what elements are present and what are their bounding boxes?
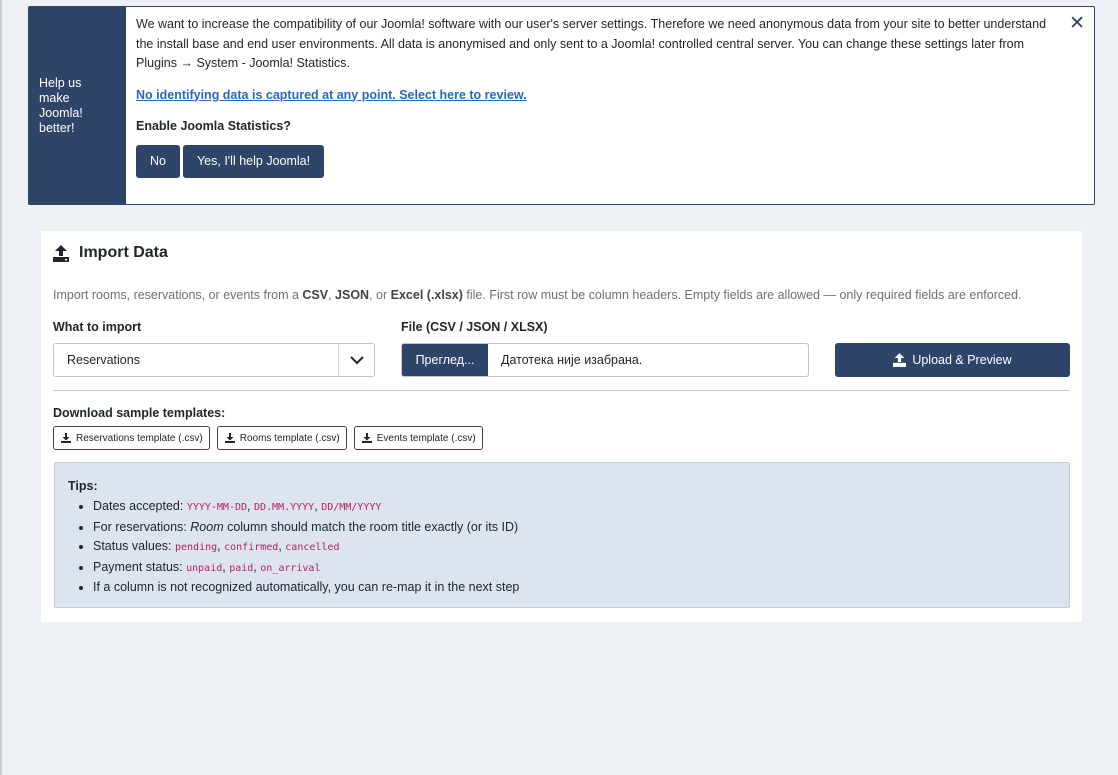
stats-banner: Help us make Joomla! better! ✕ We want t… bbox=[28, 6, 1095, 205]
import-type-value: Reservations bbox=[67, 353, 140, 367]
rooms-template-button[interactable]: Rooms template (.csv) bbox=[216, 426, 347, 450]
tips-box: Tips: Dates accepted: YYYY-MM-DD, DD.MM.… bbox=[54, 462, 1070, 608]
upload-icon bbox=[53, 244, 69, 262]
import-description: Import rooms, reservations, or events fr… bbox=[53, 288, 1022, 302]
upload-preview-label: Upload & Preview bbox=[912, 353, 1012, 367]
list-item: If a column is not recognized automatica… bbox=[93, 578, 1056, 598]
list-item: For reservations: Room column should mat… bbox=[93, 518, 1056, 538]
no-button[interactable]: No bbox=[136, 144, 180, 178]
stats-side-panel: Help us make Joomla! better! bbox=[29, 7, 126, 204]
file-label: File (CSV / JSON / XLSX) bbox=[401, 320, 548, 334]
import-type-select[interactable]: Reservations bbox=[53, 343, 375, 377]
download-icon bbox=[361, 433, 372, 443]
download-icon bbox=[61, 433, 71, 443]
list-item: Status values: pending, confirmed, cance… bbox=[93, 537, 1056, 558]
templates-row: Reservations template (.csv) Rooms templ… bbox=[53, 426, 483, 450]
chevron-down-icon bbox=[338, 344, 374, 376]
divider bbox=[53, 390, 1070, 391]
stats-message: We want to increase the compatibility of… bbox=[136, 17, 1047, 70]
reservations-template-button[interactable]: Reservations template (.csv) bbox=[53, 426, 210, 450]
templates-label: Download sample templates: bbox=[53, 406, 226, 420]
events-template-button[interactable]: Events template (.csv) bbox=[353, 426, 483, 450]
stats-buttons: No Yes, I'll help Joomla! bbox=[136, 144, 1082, 178]
stats-body: ✕ We want to increase the compatibility … bbox=[126, 7, 1094, 204]
list-item: Payment status: unpaid, paid, on_arrival bbox=[93, 558, 1056, 579]
list-item: Dates accepted: YYYY-MM-DD, DD.MM.YYYY, … bbox=[93, 497, 1056, 518]
close-icon[interactable]: ✕ bbox=[1069, 14, 1085, 33]
upload-preview-button[interactable]: Upload & Preview bbox=[835, 343, 1070, 377]
stats-question: Enable Joomla Statistics? bbox=[136, 119, 291, 133]
stats-side-label: Help us make Joomla! better! bbox=[39, 75, 83, 135]
import-card: Import Data Import rooms, reservations, … bbox=[41, 231, 1082, 622]
file-status: Датотека није изабрана. bbox=[501, 353, 643, 367]
upload-icon bbox=[893, 353, 907, 367]
browse-button[interactable]: Прeглед... bbox=[402, 344, 488, 376]
tips-title: Tips: bbox=[68, 479, 98, 493]
tips-list: Dates accepted: YYYY-MM-DD, DD.MM.YYYY, … bbox=[68, 497, 1056, 598]
yes-help-button[interactable]: Yes, I'll help Joomla! bbox=[182, 144, 325, 178]
review-data-link[interactable]: No identifying data is captured at any p… bbox=[136, 86, 527, 106]
left-rail bbox=[0, 0, 2, 775]
import-title: Import Data bbox=[79, 244, 168, 261]
what-to-import-label: What to import bbox=[53, 320, 142, 334]
download-icon bbox=[224, 433, 235, 443]
file-input[interactable]: Прeглед... Датотека није изабрана. bbox=[401, 343, 809, 377]
page-title: Import Data bbox=[53, 244, 168, 262]
